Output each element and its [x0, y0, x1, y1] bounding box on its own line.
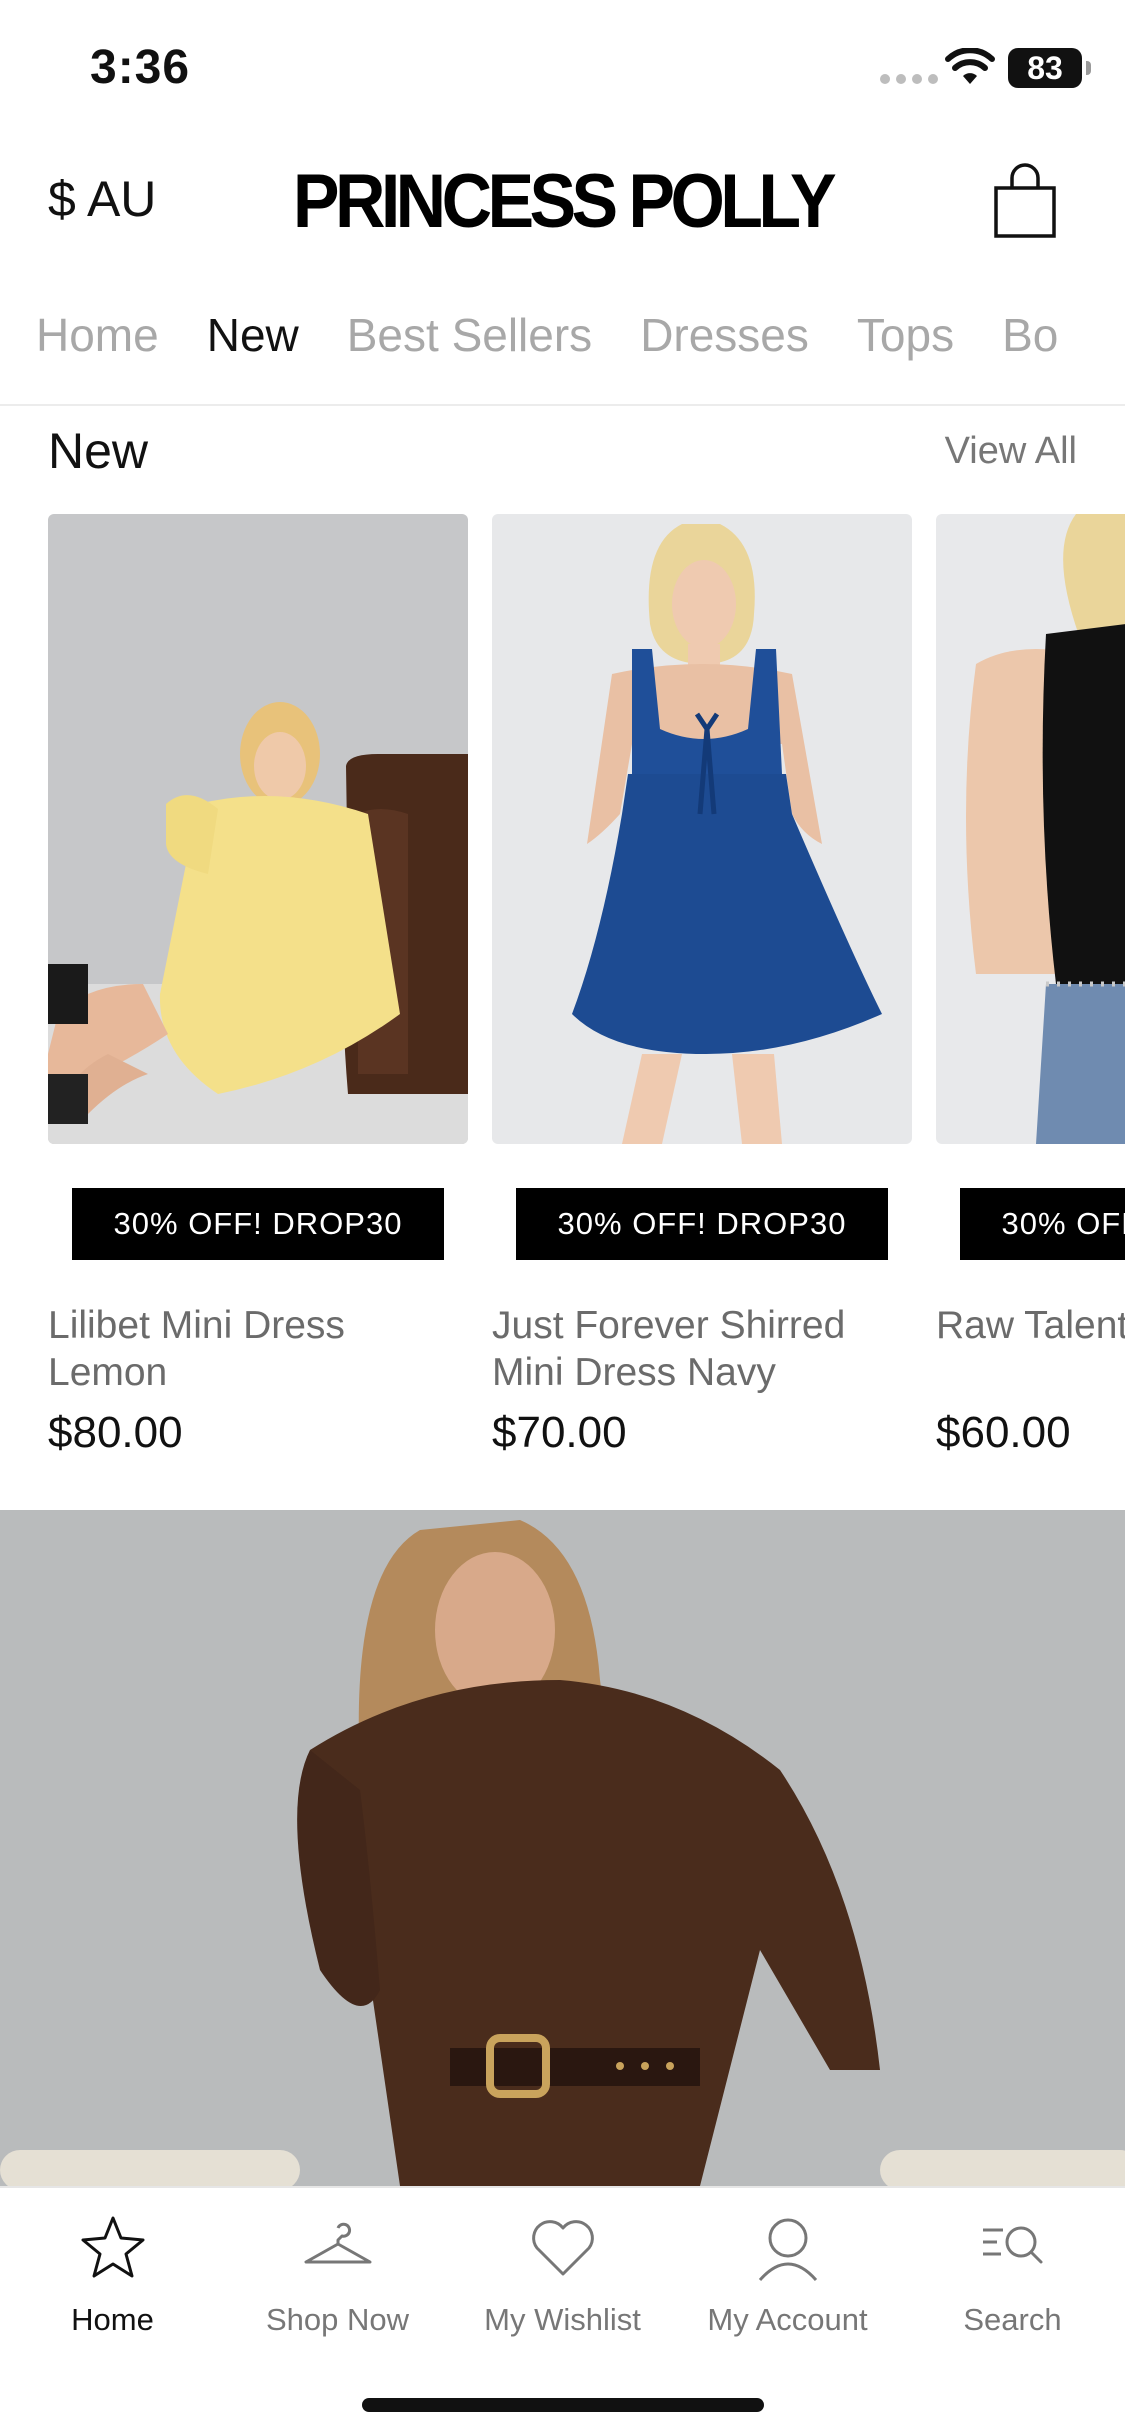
- tab-dresses[interactable]: Dresses: [640, 308, 809, 362]
- product-name[interactable]: Just Forever Shirred Mini Dress Navy: [492, 1302, 912, 1396]
- tab-best-sellers[interactable]: Best Sellers: [347, 308, 592, 362]
- product-card[interactable]: 30% OFF! DROP30 Raw Talent Bodysuit B $6…: [936, 514, 1125, 1457]
- product-price: $60.00: [936, 1408, 1071, 1457]
- category-tabs: Home New Best Sellers Dresses Tops Bo: [0, 260, 1125, 406]
- product-image[interactable]: [48, 514, 468, 1144]
- nav-home-label: Home: [71, 2302, 154, 2337]
- product-image[interactable]: [936, 514, 1125, 1144]
- feature-banner[interactable]: [0, 1510, 1125, 2186]
- nav-home[interactable]: Home: [0, 2210, 225, 2338]
- nav-account-label: My Account: [707, 2302, 868, 2337]
- product-carousel[interactable]: 30% OFF! DROP30 Lilibet Mini Dress Lemon…: [0, 514, 1125, 1474]
- nav-search[interactable]: Search: [900, 2210, 1125, 2338]
- star-icon: [81, 2216, 144, 2278]
- shopping-bag-icon[interactable]: [990, 160, 1060, 240]
- home-indicator[interactable]: [362, 2398, 764, 2412]
- tab-tops[interactable]: Tops: [857, 308, 954, 362]
- cellular-signal-icon: [880, 74, 938, 84]
- search-icon: [982, 2226, 1042, 2264]
- nav-wishlist-label: My Wishlist: [484, 2302, 641, 2337]
- status-bar: 3:36 83: [0, 0, 1125, 130]
- nav-shop-now[interactable]: Shop Now: [225, 2210, 450, 2338]
- hanger-icon: [304, 2222, 371, 2264]
- product-card[interactable]: 30% OFF! DROP30 Just Forever Shirred Min…: [492, 514, 912, 1457]
- tab-new[interactable]: New: [207, 308, 299, 362]
- brand-logo[interactable]: PRINCESS POLLY: [45, 158, 1080, 245]
- section-header: New View All: [0, 406, 1125, 506]
- product-card[interactable]: 30% OFF! DROP30 Lilibet Mini Dress Lemon…: [48, 514, 468, 1457]
- product-price: $70.00: [492, 1408, 627, 1457]
- product-image[interactable]: [492, 514, 912, 1144]
- product-price: $80.00: [48, 1408, 183, 1457]
- nav-shop-now-label: Shop Now: [265, 2302, 410, 2337]
- product-name[interactable]: Lilibet Mini Dress Lemon: [48, 1302, 468, 1396]
- heart-icon: [531, 2220, 594, 2276]
- view-all-link[interactable]: View All: [945, 430, 1077, 473]
- promo-badge: 30% OFF! DROP30: [960, 1188, 1125, 1260]
- tab-home[interactable]: Home: [36, 308, 159, 362]
- status-time: 3:36: [90, 41, 191, 94]
- user-icon: [758, 2218, 817, 2281]
- app-header: $ AU PRINCESS POLLY: [0, 130, 1125, 260]
- nav-search-label: Search: [963, 2302, 1062, 2337]
- promo-badge: 30% OFF! DROP30: [516, 1188, 888, 1260]
- wifi-icon: [945, 48, 995, 84]
- section-title: New: [48, 423, 149, 479]
- battery-icon: 83: [1008, 48, 1091, 88]
- product-name[interactable]: Raw Talent Bodysuit B: [936, 1302, 1125, 1349]
- nav-account[interactable]: My Account: [675, 2210, 900, 2338]
- nav-wishlist[interactable]: My Wishlist: [450, 2210, 675, 2338]
- promo-badge: 30% OFF! DROP30: [72, 1188, 444, 1260]
- tab-bottoms[interactable]: Bo: [1002, 308, 1058, 362]
